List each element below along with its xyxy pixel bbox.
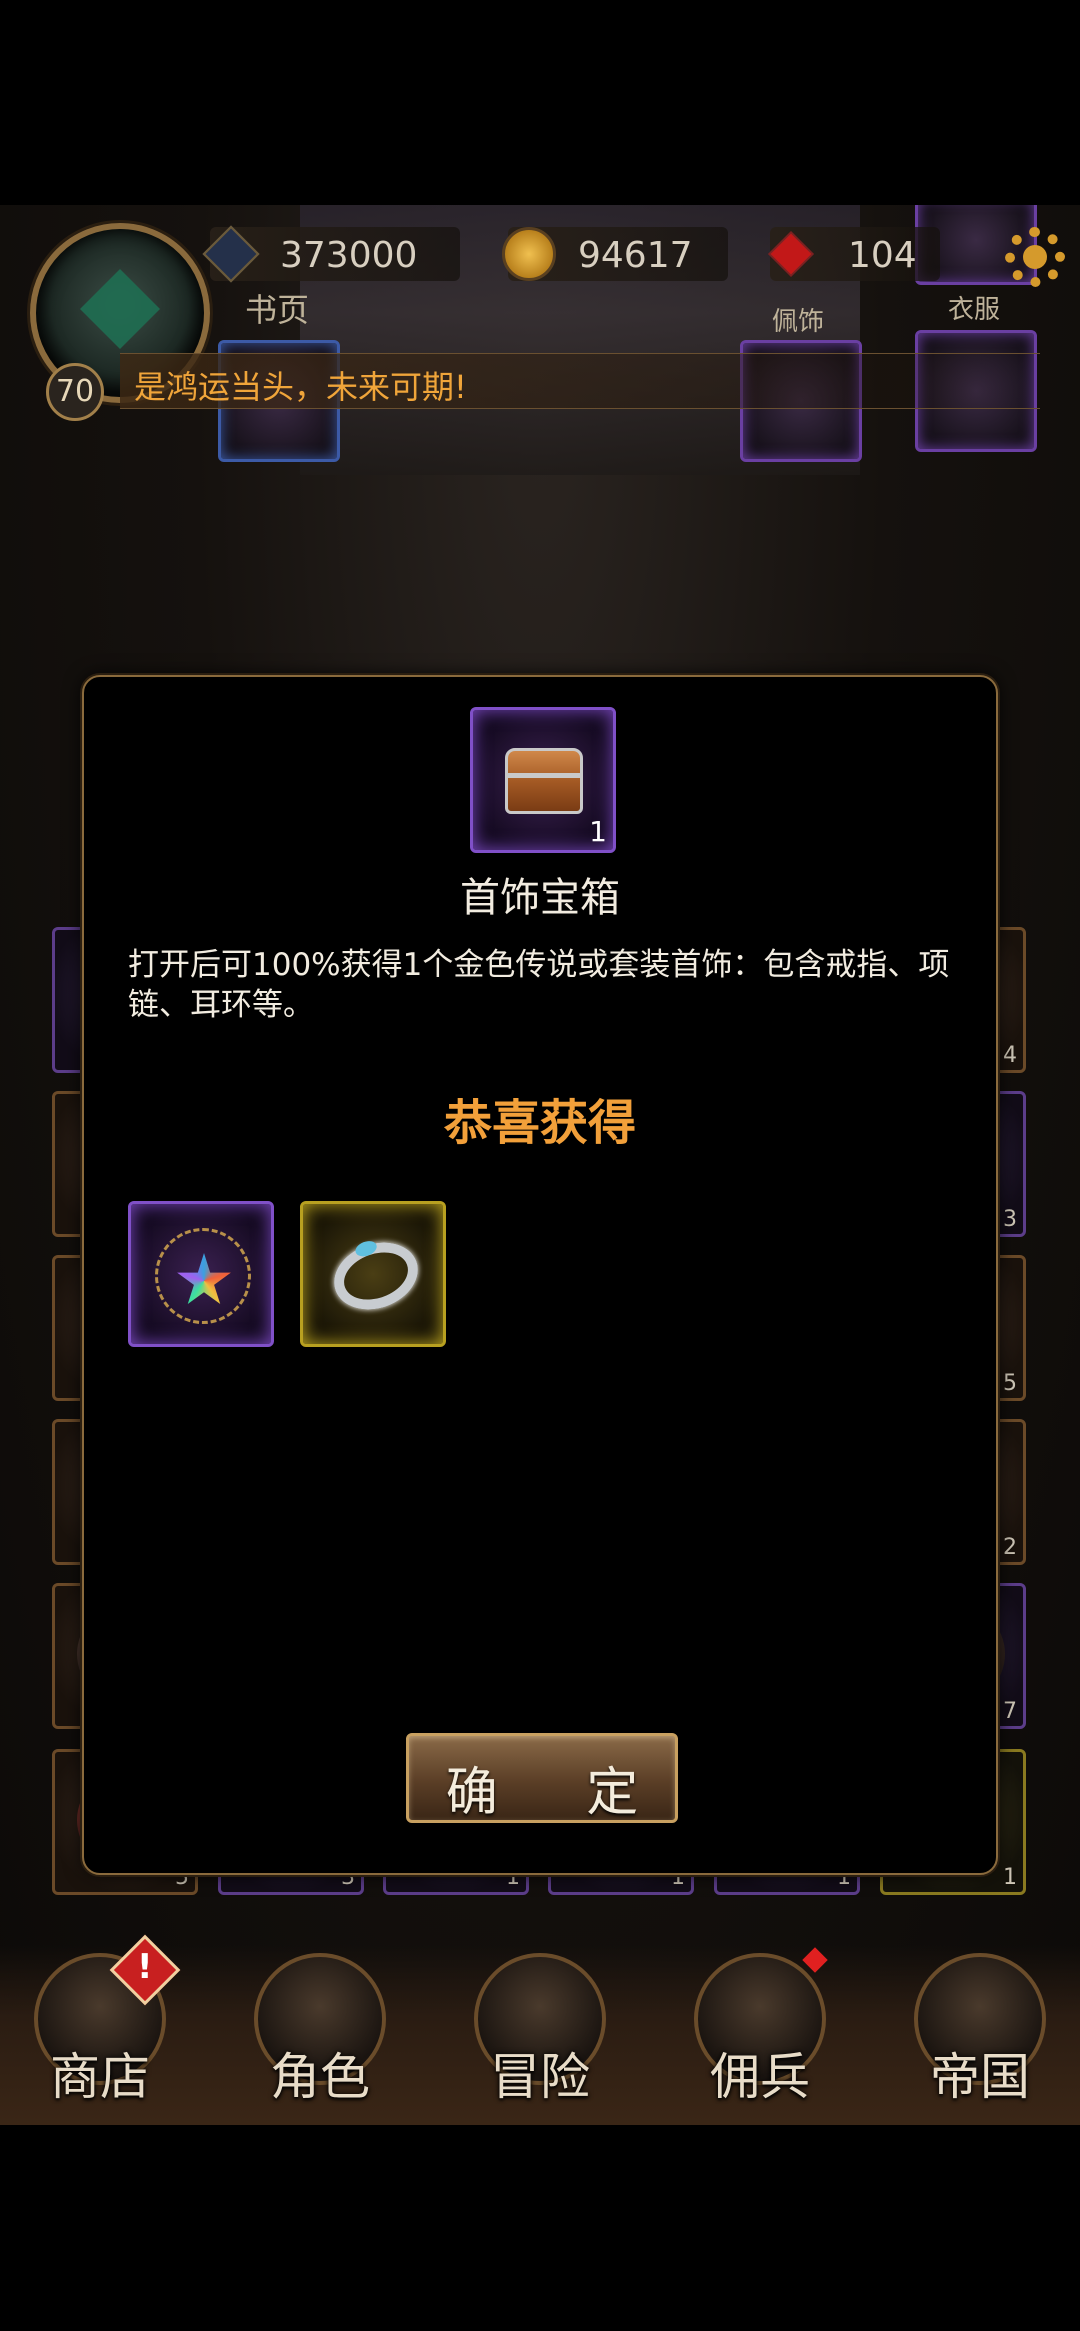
pages-value: 373000 — [280, 235, 418, 276]
item-count: 2 — [1003, 1535, 1017, 1560]
ring-icon — [324, 1231, 428, 1321]
gems-value: 104 — [848, 235, 917, 276]
gold-resource: 94617 — [502, 227, 728, 281]
fortune-text: 是鸿运当头，未来可期! — [134, 368, 467, 406]
nav-adventure-label: 冒险 — [490, 2048, 590, 2106]
nav-mercenary[interactable]: 佣兵 — [680, 1945, 840, 2120]
nav-empire-label: 帝国 — [930, 2048, 1030, 2106]
nav-adventure[interactable]: 冒险 — [460, 1945, 620, 2120]
nav-shop-label: 商店 — [50, 2048, 150, 2106]
necklace-icon — [155, 1228, 251, 1324]
item-count: 7 — [1003, 1699, 1017, 1724]
treasure-chest-icon — [505, 748, 583, 814]
page-gem-icon — [202, 225, 260, 283]
dialog-item-name: 首饰宝箱 — [460, 875, 620, 921]
confirm-button[interactable]: 确 定 — [406, 1733, 678, 1823]
nav-shop[interactable]: ! 商店 — [20, 1934, 181, 2120]
nav-empire[interactable]: 帝国 — [900, 1945, 1060, 2120]
opened-item-count: 1 — [589, 815, 607, 848]
clothes-label: 衣服 — [948, 295, 1001, 325]
congrats-heading: 恭喜获得 — [443, 1095, 636, 1151]
reward-slot-ring[interactable] — [300, 1201, 446, 1347]
reward-dialog: 1 首饰宝箱 打开后可100%获得1个金色传说或套装首饰：包含戒指、项链、耳环等… — [82, 675, 998, 1875]
reward-slot-necklace[interactable] — [128, 1201, 274, 1347]
nav-character-label: 角色 — [270, 2048, 370, 2106]
game-screen: 70 373000 书页 94617 104 佩饰 衣服 是鸿运当头，未来可期!… — [0, 205, 1080, 2125]
alert-exclamation: ! — [137, 1947, 153, 1987]
item-count: 5 — [1003, 1371, 1017, 1396]
item-count: 4 — [1003, 1043, 1017, 1068]
item-count: 1 — [1003, 1865, 1017, 1890]
gems-resource: 104 — [768, 227, 940, 281]
fortune-banner: 是鸿运当头，未来可期! — [120, 353, 1040, 409]
settings-gear-icon[interactable] — [1005, 227, 1065, 287]
notification-dot-icon — [802, 1947, 828, 1973]
pages-resource: 373000 — [202, 225, 460, 283]
item-count: 3 — [1003, 1207, 1017, 1232]
red-gem-icon — [768, 231, 814, 277]
nav-mercenary-label: 佣兵 — [710, 2048, 810, 2106]
gold-coin-icon — [502, 227, 556, 281]
player-level-badge: 70 — [46, 363, 104, 421]
confirm-button-label: 确 定 — [445, 1763, 675, 1823]
gold-value: 94617 — [578, 235, 693, 276]
bottom-navigation: ! 商店 角色 冒险 佣兵 帝国 — [0, 1934, 1080, 2125]
accessory-label: 佩饰 — [772, 307, 825, 337]
opened-item-slot: 1 — [470, 707, 616, 853]
nav-character[interactable]: 角色 — [240, 1945, 400, 2120]
dialog-description: 打开后可100%获得1个金色传说或套装首饰：包含戒指、项链、耳环等。 — [128, 947, 950, 1023]
pages-label: 书页 — [245, 291, 310, 329]
